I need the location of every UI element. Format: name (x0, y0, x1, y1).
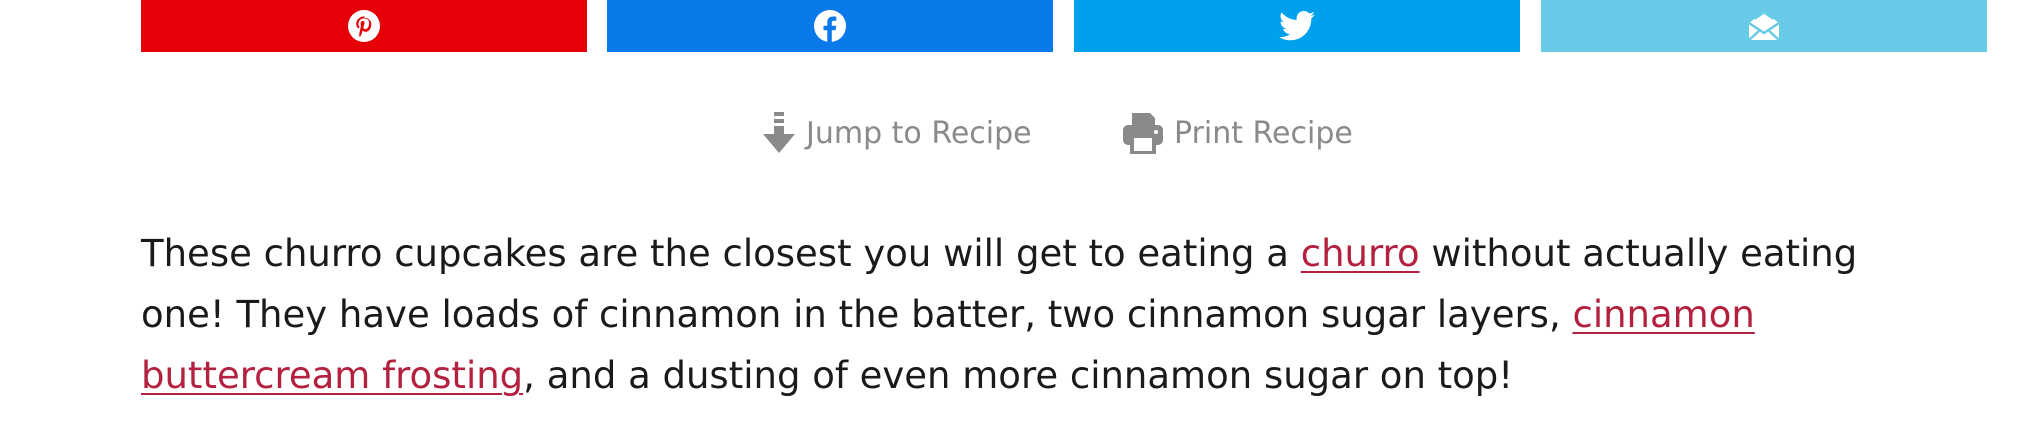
facebook-share-button[interactable] (607, 0, 1053, 52)
churro-link[interactable]: churro (1301, 232, 1420, 275)
intro-paragraph: These churro cupcakes are the closest yo… (141, 223, 1941, 406)
pinterest-share-button[interactable] (141, 0, 587, 52)
envelope-open-icon (1747, 10, 1781, 42)
print-recipe-label: Print Recipe (1174, 115, 1353, 151)
arrow-down-icon (762, 110, 796, 156)
twitter-icon (1279, 11, 1315, 41)
pinterest-icon (347, 9, 381, 43)
facebook-icon (813, 9, 847, 43)
twitter-share-button[interactable] (1074, 0, 1520, 52)
recipe-actions: Jump to Recipe Print Recipe (0, 106, 2034, 160)
email-share-button[interactable] (1541, 0, 1987, 52)
intro-text-3: , and a dusting of even more cinnamon su… (523, 354, 1514, 397)
printer-icon (1122, 111, 1164, 155)
intro-text-1: These churro cupcakes are the closest yo… (141, 232, 1301, 275)
print-recipe-link[interactable]: Print Recipe (1122, 106, 1353, 160)
jump-to-recipe-link[interactable]: Jump to Recipe (762, 106, 1032, 160)
jump-to-recipe-label: Jump to Recipe (806, 115, 1032, 151)
social-share-bar (141, 0, 1987, 52)
